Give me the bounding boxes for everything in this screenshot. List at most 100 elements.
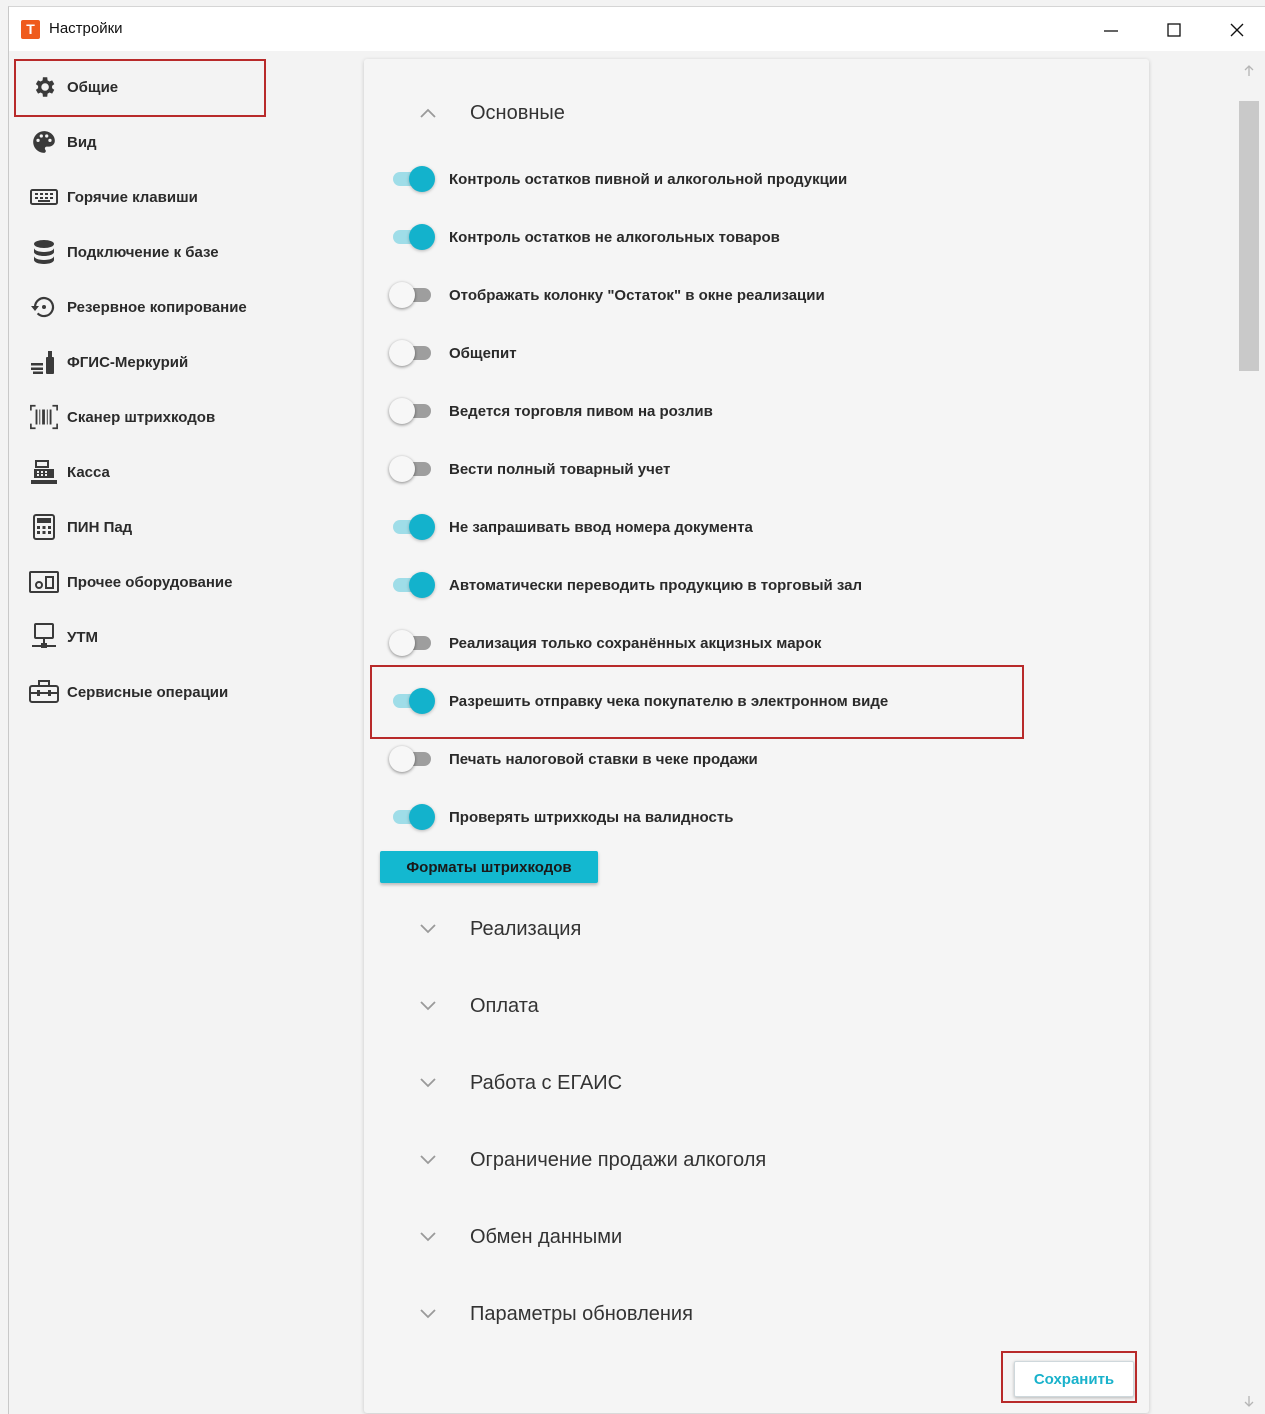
keyboard-icon: [29, 183, 59, 211]
chevron-down-icon: [414, 996, 442, 1016]
setting-row: Вести полный товарный учет: [389, 452, 670, 486]
sidebar-item-label: Вид: [67, 133, 97, 151]
chevron-down-icon: [414, 1150, 442, 1170]
settings-panel: Основные Контроль остатков пивной и алко…: [364, 59, 1149, 1413]
section-title: Основные: [470, 101, 565, 124]
sidebar-item-label: Прочее оборудование: [67, 573, 233, 591]
sidebar-item-utm[interactable]: УТМ: [21, 619, 341, 655]
section-title: Обмен данными: [470, 1225, 623, 1248]
setting-row: Реализация только сохранённых акцизных м…: [389, 626, 821, 660]
section-header-update-params[interactable]: Параметры обновления: [414, 1296, 693, 1332]
minimize-icon: [1104, 30, 1118, 32]
chevron-down-icon: [414, 919, 442, 939]
section-header-egais[interactable]: Работа с ЕГАИС: [414, 1065, 622, 1101]
sidebar-item-database[interactable]: Подключение к базе: [21, 234, 341, 270]
sidebar-item-hotkeys[interactable]: Горячие клавиши: [21, 179, 341, 215]
setting-label: Ведется торговля пивом на розлив: [449, 402, 713, 420]
sidebar-item-label: УТМ: [67, 628, 98, 646]
sidebar-item-label: Касса: [67, 463, 110, 481]
sidebar-item-cash-register[interactable]: Касса: [21, 454, 341, 490]
toggle-switch[interactable]: [389, 340, 435, 366]
scroll-down-arrow-icon[interactable]: [1237, 1389, 1261, 1413]
backup-icon: [29, 293, 59, 321]
toggle-switch[interactable]: [389, 746, 435, 772]
sidebar-item-mercury[interactable]: ФГИС-Меркурий: [21, 344, 341, 380]
gear-icon: [29, 73, 59, 101]
chevron-down-icon: [414, 1304, 442, 1324]
toggle-switch[interactable]: [389, 398, 435, 424]
calculator-icon: [29, 513, 59, 541]
toggle-switch[interactable]: [389, 688, 435, 714]
barcode-formats-button[interactable]: Форматы штрихкодов: [380, 851, 598, 883]
vertical-scrollbar[interactable]: [1237, 59, 1261, 1413]
toggle-switch[interactable]: [389, 166, 435, 192]
sidebar-item-label: Резервное копирование: [67, 298, 247, 316]
maximize-button[interactable]: [1154, 15, 1194, 45]
minimize-button[interactable]: [1091, 15, 1131, 45]
chevron-down-icon: [414, 1227, 442, 1247]
section-header-sales[interactable]: Реализация: [414, 911, 581, 947]
sidebar-item-view[interactable]: Вид: [21, 124, 341, 160]
section-title: Реализация: [470, 917, 582, 940]
app-logo-icon: T: [21, 20, 40, 39]
settings-window: T Настройки Общие Вид Горячие клавиши По…: [8, 6, 1265, 1414]
setting-row: Разрешить отправку чека покупателю в эле…: [389, 684, 888, 718]
close-icon: [1230, 23, 1244, 37]
section-header-alcohol-limit[interactable]: Ограничение продажи алкоголя: [414, 1142, 766, 1178]
equipment-icon: [29, 568, 59, 596]
close-button[interactable]: [1217, 15, 1257, 45]
title-bar: T Настройки: [9, 7, 1265, 51]
chevron-up-icon: [414, 103, 442, 123]
sidebar-item-general[interactable]: Общие: [21, 69, 341, 105]
setting-row: Контроль остатков не алкогольных товаров: [389, 220, 780, 254]
setting-label: Контроль остатков пивной и алкогольной п…: [449, 170, 848, 188]
chevron-down-icon: [414, 1073, 442, 1093]
toggle-switch[interactable]: [389, 456, 435, 482]
barcode-scanner-icon: [29, 403, 59, 431]
setting-row: Проверять штрихкоды на валидность: [389, 800, 733, 834]
section-header-payment[interactable]: Оплата: [414, 988, 539, 1024]
toolbox-icon: [29, 678, 59, 706]
section-title: Параметры обновления: [470, 1302, 693, 1325]
monitor-network-icon: [29, 623, 59, 651]
toggle-switch[interactable]: [389, 224, 435, 250]
setting-label: Реализация только сохранённых акцизных м…: [449, 634, 822, 652]
sidebar-item-label: Сервисные операции: [67, 683, 229, 701]
toggle-switch[interactable]: [389, 572, 435, 598]
toggle-switch[interactable]: [389, 630, 435, 656]
setting-row: Печать налоговой ставки в чеке продажи: [389, 742, 758, 776]
sidebar-item-service-operations[interactable]: Сервисные операции: [21, 674, 341, 710]
setting-label: Печать налоговой ставки в чеке продажи: [449, 750, 758, 768]
section-header-basic[interactable]: Основные: [414, 95, 565, 131]
scroll-thumb[interactable]: [1239, 101, 1259, 371]
toggle-switch[interactable]: [389, 282, 435, 308]
sidebar-item-label: ФГИС-Меркурий: [67, 353, 189, 371]
sidebar-item-label: Общие: [67, 78, 119, 96]
setting-label: Вести полный товарный учет: [449, 460, 671, 478]
setting-label: Контроль остатков не алкогольных товаров: [449, 228, 780, 246]
sidebar-item-pin-pad[interactable]: ПИН Пад: [21, 509, 341, 545]
setting-row: Контроль остатков пивной и алкогольной п…: [389, 162, 847, 196]
sidebar-item-label: ПИН Пад: [67, 518, 133, 536]
scroll-up-arrow-icon[interactable]: [1237, 59, 1261, 83]
setting-label: Не запрашивать ввод номера документа: [449, 518, 753, 536]
setting-label: Отображать колонку "Остаток" в окне реал…: [449, 286, 825, 304]
cash-register-icon: [29, 458, 59, 486]
setting-label: Общепит: [449, 344, 517, 362]
window-title: Настройки: [49, 20, 123, 37]
setting-label: Автоматически переводить продукцию в тор…: [449, 576, 863, 594]
database-icon: [29, 238, 59, 266]
toggle-switch[interactable]: [389, 804, 435, 830]
sidebar-item-backup[interactable]: Резервное копирование: [21, 289, 341, 325]
sidebar-item-label: Сканер штрихкодов: [67, 408, 216, 426]
sidebar-item-label: Горячие клавиши: [67, 188, 198, 206]
setting-row: Автоматически переводить продукцию в тор…: [389, 568, 862, 602]
section-title: Работа с ЕГАИС: [470, 1071, 623, 1094]
toggle-switch[interactable]: [389, 514, 435, 540]
setting-row: Общепит: [389, 336, 517, 370]
save-button[interactable]: Сохранить: [1014, 1361, 1134, 1397]
section-header-data-exchange[interactable]: Обмен данными: [414, 1219, 622, 1255]
sidebar-item-barcode-scanner[interactable]: Сканер штрихкодов: [21, 399, 341, 435]
setting-label: Разрешить отправку чека покупателю в эле…: [449, 692, 889, 710]
sidebar-item-other-equipment[interactable]: Прочее оборудование: [21, 564, 341, 600]
